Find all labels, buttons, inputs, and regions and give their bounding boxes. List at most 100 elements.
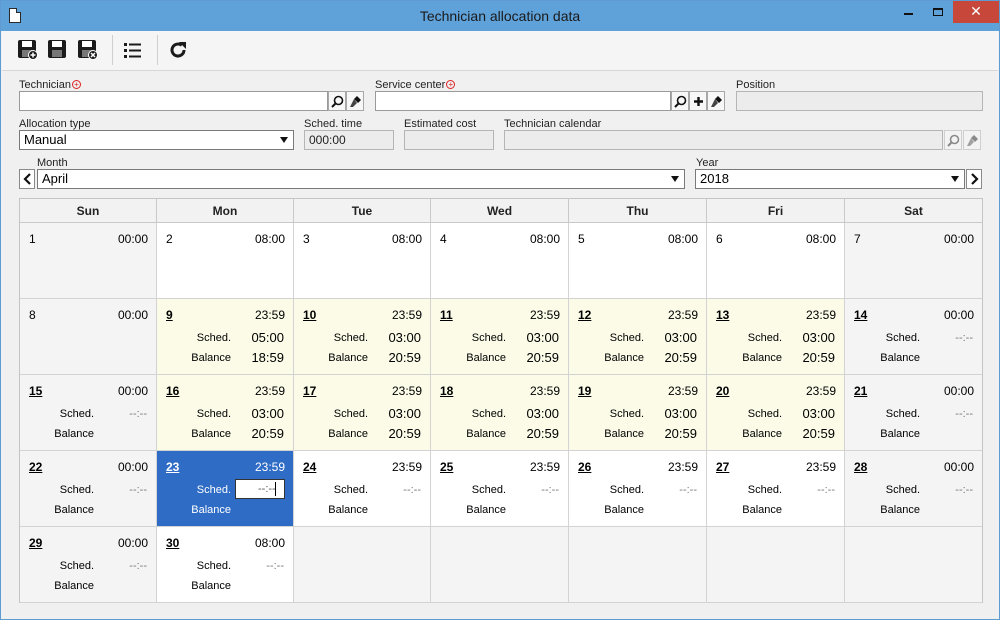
calendar-day-12[interactable]: 12 23:59 Sched. Balance 03:00 20:59	[569, 299, 707, 375]
day-number[interactable]: 22	[29, 460, 42, 474]
day-hours: 23:59	[805, 384, 836, 398]
sched-label: Sched.	[59, 484, 94, 496]
maximize-button[interactable]	[923, 1, 953, 23]
estimated-cost-field	[404, 130, 494, 150]
month-select[interactable]: April	[37, 169, 685, 189]
minimize-button[interactable]	[893, 1, 923, 23]
sched-value: 03:00	[251, 406, 284, 421]
calendar-day-24[interactable]: 24 23:59 Sched. Balance --:--	[294, 451, 431, 527]
calendar-day-6[interactable]: 6 08:00	[707, 223, 845, 299]
calendar-empty-cell	[845, 527, 982, 603]
technician-label: Technician +	[19, 79, 81, 91]
balance-label: Balance	[191, 352, 231, 364]
calendar-day-2[interactable]: 2 08:00	[157, 223, 294, 299]
calendar-day-11[interactable]: 11 23:59 Sched. Balance 03:00 20:59	[431, 299, 569, 375]
calendar-day-26[interactable]: 26 23:59 Sched. Balance --:--	[569, 451, 707, 527]
list-button[interactable]	[120, 37, 146, 63]
weekday-header-tue: Tue	[294, 199, 431, 222]
minimize-icon	[903, 13, 913, 16]
day-number[interactable]: 17	[303, 384, 316, 398]
technician-input[interactable]	[19, 91, 328, 111]
technician-calendar-label: Technician calendar	[504, 118, 602, 130]
save-button[interactable]	[45, 37, 71, 63]
day-number[interactable]: 12	[578, 308, 591, 322]
calendar-day-10[interactable]: 10 23:59 Sched. Balance 03:00 20:59	[294, 299, 431, 375]
balance-label: Balance	[54, 504, 94, 516]
toolbar-separator	[112, 35, 113, 65]
calendar-day-30[interactable]: 30 08:00 Sched. Balance --:--	[157, 527, 294, 603]
eraser-icon	[710, 95, 722, 107]
day-hours: 00:00	[943, 232, 974, 246]
day-number[interactable]: 23	[166, 460, 179, 474]
calendar-day-8[interactable]: 8 00:00	[20, 299, 157, 375]
calendar-day-16[interactable]: 16 23:59 Sched. Balance 03:00 20:59	[157, 375, 294, 451]
calendar-day-21[interactable]: 21 00:00 Sched. Balance --:--	[845, 375, 982, 451]
year-select[interactable]: 2018	[695, 169, 965, 189]
balance-value: 20:59	[388, 350, 421, 365]
calendar-day-9[interactable]: 9 23:59 Sched. Balance 05:00 18:59	[157, 299, 294, 375]
save-close-button[interactable]	[75, 37, 101, 63]
calendar-day-27[interactable]: 27 23:59 Sched. Balance --:--	[707, 451, 845, 527]
technician-calendar-clear-button[interactable]	[963, 130, 981, 150]
calendar-day-1[interactable]: 1 00:00	[20, 223, 157, 299]
previous-month-button[interactable]	[19, 169, 35, 189]
calendar-day-25[interactable]: 25 23:59 Sched. Balance --:--	[431, 451, 569, 527]
calendar-day-20[interactable]: 20 23:59 Sched. Balance 03:00 20:59	[707, 375, 845, 451]
calendar-day-15[interactable]: 15 00:00 Sched. Balance --:--	[20, 375, 157, 451]
day-number[interactable]: 9	[166, 308, 173, 322]
day-number[interactable]: 10	[303, 308, 316, 322]
position-label: Position	[736, 79, 776, 91]
calendar-day-19[interactable]: 19 23:59 Sched. Balance 03:00 20:59	[569, 375, 707, 451]
technician-calendar-search-button[interactable]	[944, 130, 962, 150]
day-number: 7	[854, 232, 861, 246]
day-number[interactable]: 14	[854, 308, 867, 322]
service-center-search-button[interactable]	[671, 91, 689, 111]
day-number[interactable]: 25	[440, 460, 453, 474]
day-number[interactable]: 27	[716, 460, 729, 474]
calendar-day-7[interactable]: 7 00:00	[845, 223, 982, 299]
day-number[interactable]: 26	[578, 460, 591, 474]
day-number: 1	[29, 232, 36, 246]
technician-clear-button[interactable]	[346, 91, 364, 111]
day-number[interactable]: 28	[854, 460, 867, 474]
sched-edit-input[interactable]: --:--	[235, 479, 285, 499]
calendar-day-18[interactable]: 18 23:59 Sched. Balance 03:00 20:59	[431, 375, 569, 451]
day-number[interactable]: 16	[166, 384, 179, 398]
service-center-clear-button[interactable]	[707, 91, 725, 111]
calendar-day-4[interactable]: 4 08:00	[431, 223, 569, 299]
calendar-day-29[interactable]: 29 00:00 Sched. Balance --:--	[20, 527, 157, 603]
day-number[interactable]: 19	[578, 384, 591, 398]
calendar-day-28[interactable]: 28 00:00 Sched. Balance --:--	[845, 451, 982, 527]
search-icon	[330, 95, 343, 108]
day-number[interactable]: 29	[29, 536, 42, 550]
service-center-input[interactable]	[375, 91, 671, 111]
day-number[interactable]: 13	[716, 308, 729, 322]
day-number[interactable]: 21	[854, 384, 867, 398]
sched-label: Sched.	[885, 408, 920, 420]
calendar-grid: Sun Mon Tue Wed Thu Fri Sat 1 00:00 2 08:00 3 08:00…	[19, 198, 983, 603]
day-hours: 00:00	[117, 536, 148, 550]
day-number[interactable]: 20	[716, 384, 729, 398]
refresh-button[interactable]	[165, 37, 191, 63]
day-number[interactable]: 18	[440, 384, 453, 398]
calendar-day-13[interactable]: 13 23:59 Sched. Balance 03:00 20:59	[707, 299, 845, 375]
balance-label: Balance	[604, 504, 644, 516]
calendar-day-14[interactable]: 14 00:00 Sched. Balance --:--	[845, 299, 982, 375]
technician-search-button[interactable]	[328, 91, 346, 111]
day-hours: 23:59	[667, 460, 698, 474]
day-number[interactable]: 24	[303, 460, 316, 474]
calendar-day-5[interactable]: 5 08:00	[569, 223, 707, 299]
calendar-day-17[interactable]: 17 23:59 Sched. Balance 03:00 20:59	[294, 375, 431, 451]
calendar-day-23[interactable]: 23 23:59 Sched. Balance --:--	[157, 451, 294, 527]
next-year-button[interactable]	[966, 169, 982, 189]
day-number[interactable]: 30	[166, 536, 179, 550]
calendar-day-3[interactable]: 3 08:00	[294, 223, 431, 299]
service-center-add-button[interactable]	[689, 91, 707, 111]
calendar-day-22[interactable]: 22 00:00 Sched. Balance --:--	[20, 451, 157, 527]
day-number[interactable]: 11	[440, 308, 453, 322]
allocation-type-select[interactable]: Manual	[19, 130, 294, 150]
day-number[interactable]: 15	[29, 384, 42, 398]
close-button[interactable]: ✕	[953, 1, 999, 23]
save-new-button[interactable]	[15, 37, 41, 63]
sched-time-field: 000:00	[304, 130, 394, 150]
